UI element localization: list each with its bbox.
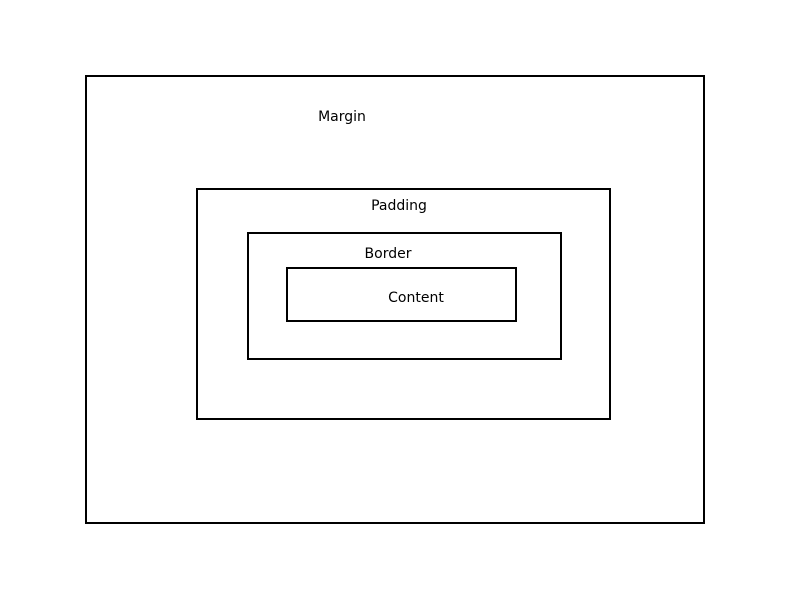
margin-label: Margin [318, 109, 366, 125]
content-label: Content [388, 290, 444, 306]
border-label: Border [364, 246, 412, 262]
padding-label: Padding [371, 198, 427, 214]
